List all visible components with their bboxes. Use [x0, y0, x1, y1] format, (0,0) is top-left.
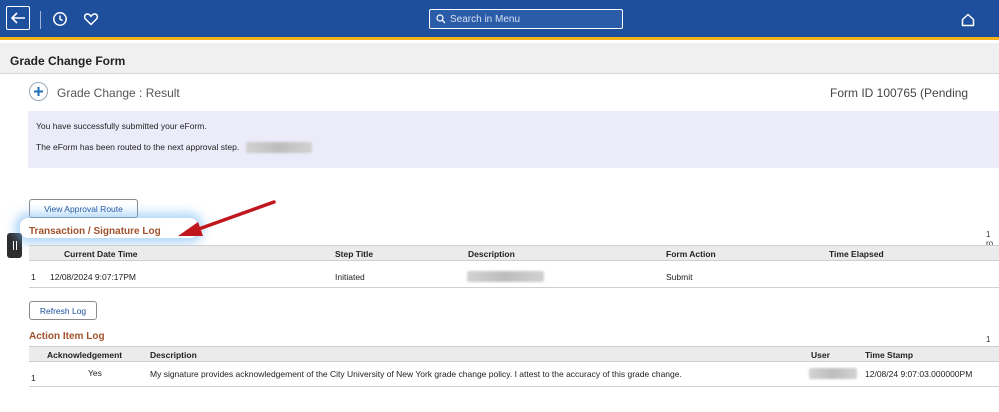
cell-date-time: 12/08/2024 9:07:17PM — [50, 272, 137, 282]
cell-time-stamp: 12/08/24 9:07:03.000000PM — [865, 369, 973, 379]
cell-user-redacted — [809, 368, 857, 379]
action-log-title: Action Item Log — [29, 331, 105, 342]
search-input[interactable] — [450, 13, 610, 25]
message-line-1: You have successfully submitted your eFo… — [36, 121, 207, 131]
refresh-log-button[interactable]: Refresh Log — [29, 301, 97, 320]
column-header-date-time[interactable]: Current Date Time — [64, 249, 138, 259]
cell-description: My signature provides acknowledgement of… — [150, 369, 682, 379]
header-accent-line — [0, 37, 999, 40]
message-line-2: The eForm has been routed to the next ap… — [36, 142, 312, 154]
cell-acknowledgement: Yes — [88, 368, 102, 378]
column-header-form-action[interactable]: Form Action — [666, 249, 716, 259]
search-icon — [436, 14, 446, 24]
column-header-step-title[interactable]: Step Title — [335, 249, 373, 259]
redacted-approver — [245, 142, 312, 154]
view-approval-route-button[interactable]: View Approval Route — [29, 199, 138, 218]
cell-description-redacted — [467, 271, 544, 282]
column-header-description[interactable]: Description — [150, 350, 197, 360]
column-header-time-stamp[interactable]: Time Stamp — [865, 350, 913, 360]
column-header-acknowledgement[interactable]: Acknowledgement — [47, 350, 122, 360]
transaction-log-title: Transaction / Signature Log — [29, 226, 161, 237]
cell-form-action: Submit — [666, 272, 693, 282]
page-title: Grade Change Form — [10, 54, 126, 68]
row-number: 1 — [31, 373, 36, 383]
section-title: Grade Change : Result — [57, 86, 180, 100]
confirmation-message-box: You have successfully submitted your eFo… — [28, 111, 999, 168]
heart-icon[interactable] — [80, 8, 102, 30]
page-title-bar: Grade Change Form — [0, 43, 999, 74]
message-line-2-text: The eForm has been routed to the next ap… — [36, 142, 240, 152]
table-row: 1 12/08/2024 9:07:17PM Initiated Submit — [29, 262, 999, 288]
back-arrow-icon[interactable] — [6, 6, 30, 30]
transaction-log-header: Current Date Time Step Title Description… — [29, 245, 999, 261]
clock-icon[interactable] — [49, 8, 71, 30]
home-icon[interactable] — [957, 9, 979, 31]
cell-step-title: Initiated — [335, 272, 365, 282]
menu-search-field[interactable] — [429, 9, 623, 29]
table-row: 1 Yes My signature provides acknowledgem… — [29, 363, 999, 387]
form-id-label: Form ID 100765 (Pending — [830, 86, 969, 100]
annotation-arrow-icon — [178, 200, 276, 236]
column-header-description[interactable]: Description — [468, 249, 515, 259]
action-log-header: Acknowledgement Description User Time St… — [29, 346, 999, 362]
side-panel-toggle[interactable] — [7, 233, 22, 258]
column-header-time-elapsed[interactable]: Time Elapsed — [829, 249, 884, 259]
column-header-user[interactable]: User — [811, 350, 830, 360]
add-icon[interactable] — [29, 82, 48, 101]
top-nav-bar — [0, 0, 999, 40]
row-number: 1 — [31, 272, 36, 282]
toolbar-divider — [40, 11, 41, 29]
